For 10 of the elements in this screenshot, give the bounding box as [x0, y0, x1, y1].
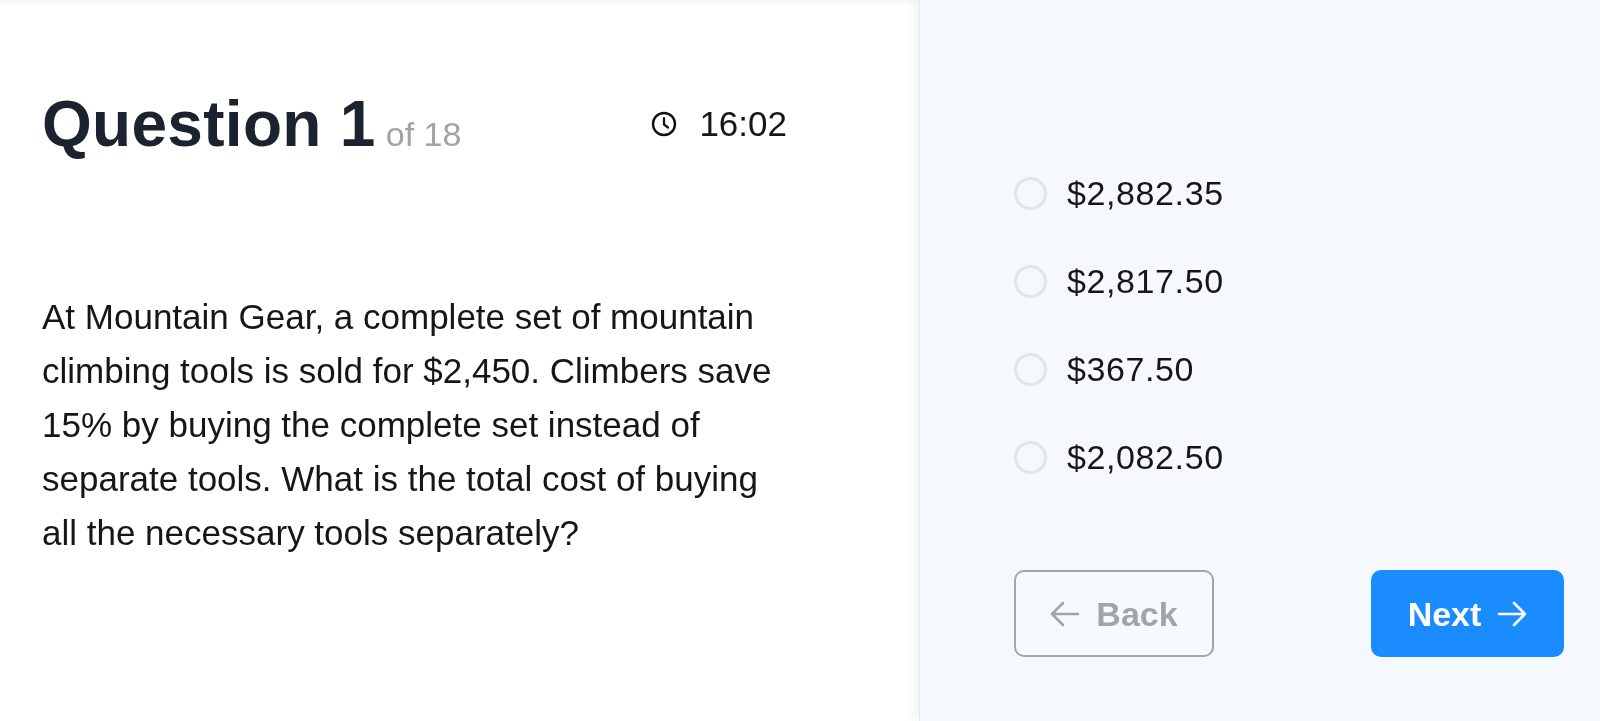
arrow-left-icon [1050, 600, 1081, 627]
option-label[interactable]: $2,082.50 [1067, 435, 1224, 479]
timer-text: 16:02 [699, 104, 787, 144]
question-text: At Mountain Gear, a complete set of mountain climbing tools is sold for $2,450. Climbers save 15% by buying the complete set instead of separate tools. What is the total cost of buying all the necessary tools separately? [42, 296, 773, 554]
question-counter: of 18 [385, 115, 462, 154]
option-label[interactable]: $2,817.50 [1067, 259, 1224, 303]
arrow-right-icon [1497, 600, 1528, 627]
option-label[interactable]: $2,882.35 [1067, 171, 1224, 215]
option-label[interactable]: $367.50 [1067, 347, 1195, 391]
clock-icon [651, 111, 678, 137]
